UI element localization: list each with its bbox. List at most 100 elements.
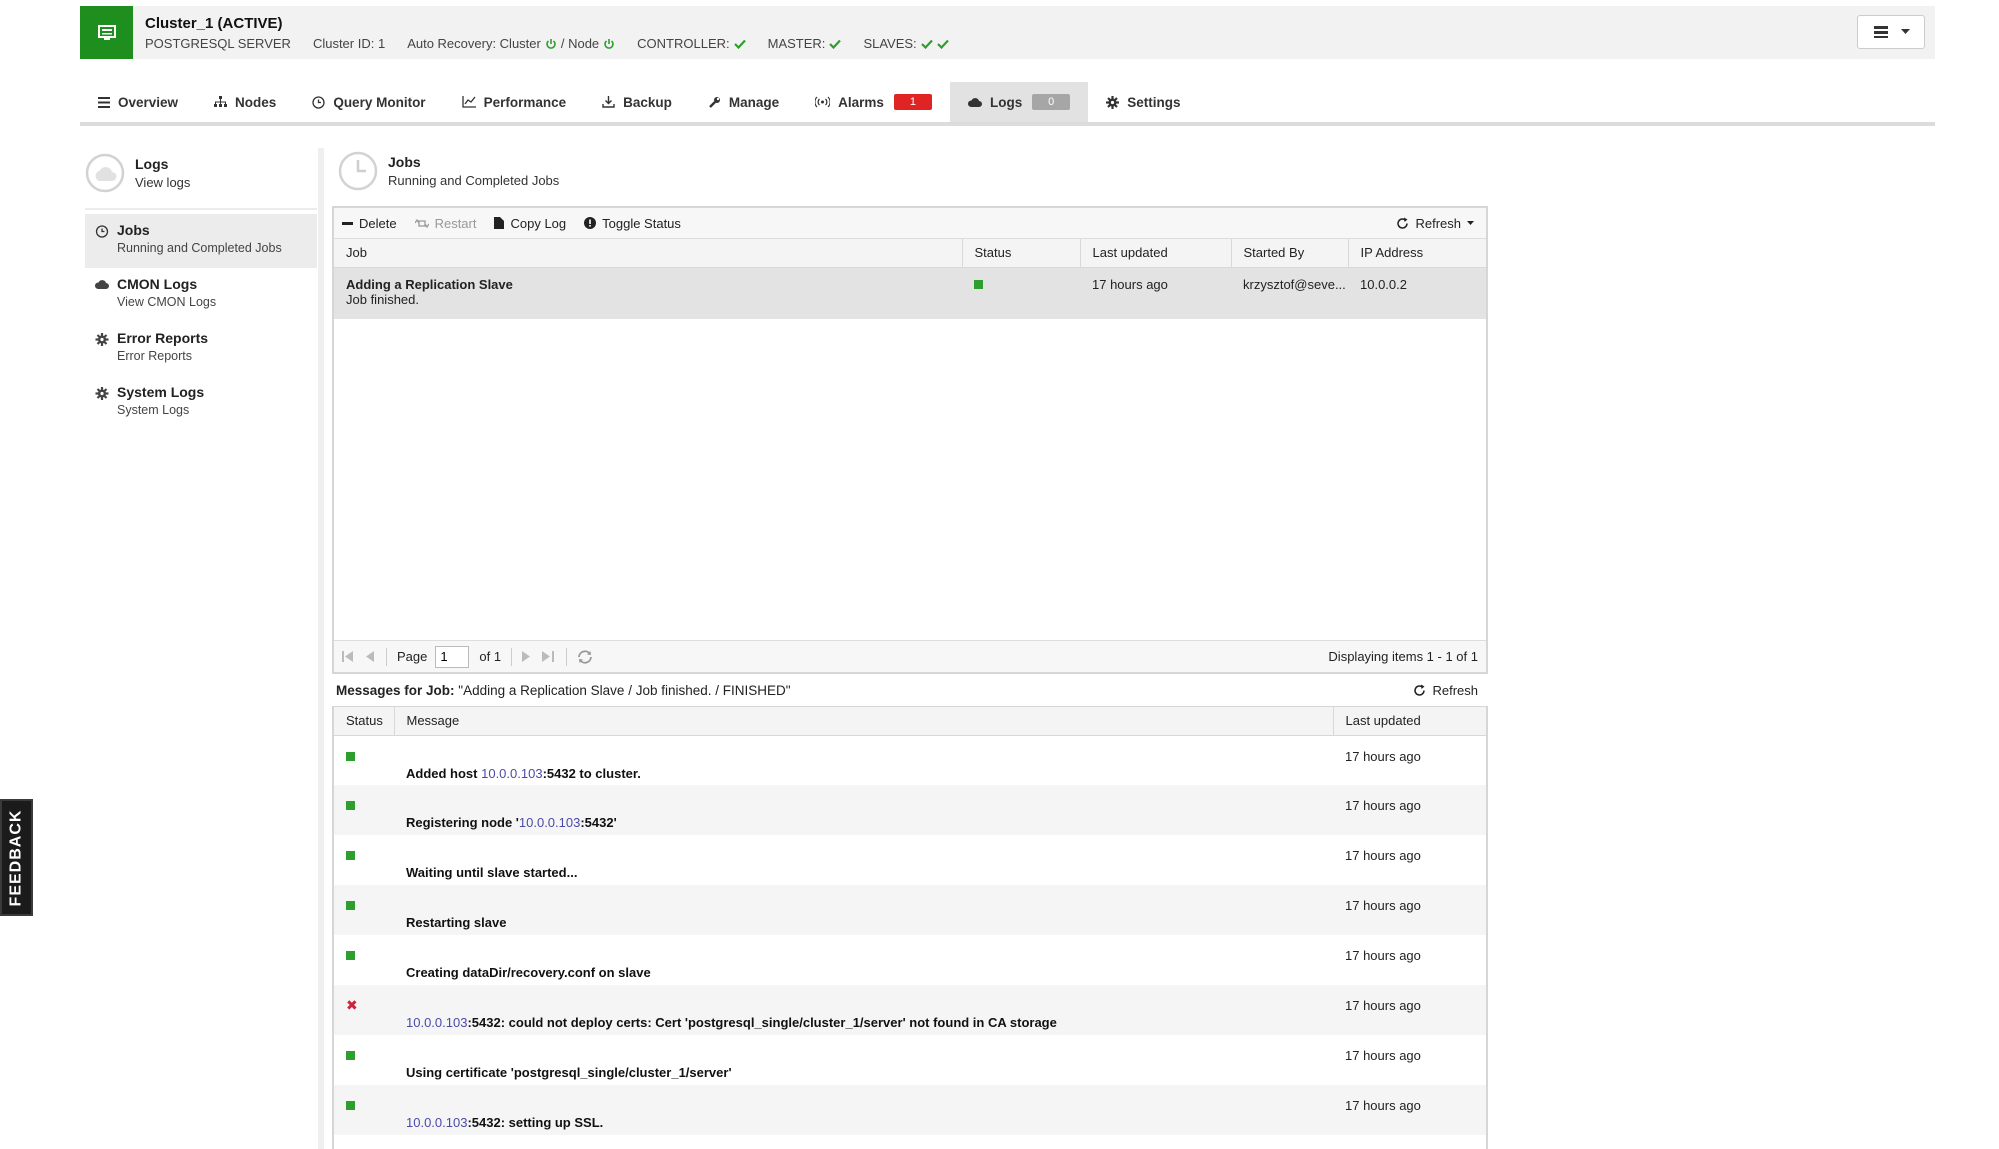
cluster-header: Cluster_1 (ACTIVE) POSTGRESQL SERVER Clu… [80,6,1935,59]
status-cell [334,885,394,935]
messages-header: Messages for Job: "Adding a Replication … [332,676,1488,704]
sidebar-item-subtitle: Error Reports [117,349,193,363]
table-row[interactable]: Restarting slave 17 hours ago [334,885,1486,935]
tab-query-monitor[interactable]: Query Monitor [294,82,443,122]
check-icon [829,39,842,49]
sidebar-item-title: Error Reports [117,330,209,346]
tab-nodes[interactable]: Nodes [196,82,294,122]
column-header-started-by[interactable]: Started By [1231,239,1349,268]
list-icon [98,96,110,108]
status-ok-icon [346,851,355,860]
logs-section-icon [85,153,125,193]
status-error-icon: ✖ [346,997,358,1013]
tab-backup[interactable]: Backup [584,82,690,122]
status-cell [334,935,394,985]
tab-query-monitor-label: Query Monitor [333,94,426,110]
time-cell: 17 hours ago [1345,798,1421,813]
table-row[interactable]: 10.0.0.103:5432: setting up SSL. 17 hour… [334,1085,1486,1135]
prev-page-icon[interactable] [366,651,374,662]
table-row[interactable]: Waiting until slave started... 17 hours … [334,835,1486,885]
toggle-status-button[interactable]: Toggle Status [584,216,681,231]
delete-button[interactable]: Delete [342,216,397,231]
page-number-input[interactable] [435,645,470,668]
column-header-last-updated[interactable]: Last updated [1080,239,1232,268]
cloud-icon [95,280,109,289]
host-link[interactable]: 10.0.0.103 [406,1115,467,1130]
messages-refresh-label: Refresh [1432,682,1478,698]
tab-manage[interactable]: Manage [690,82,797,122]
column-header-last-updated[interactable]: Last updated [1333,707,1486,736]
messages-panel: Status Message Last updated Added host 1… [332,706,1488,1149]
sidebar-splitter[interactable] [318,148,324,1149]
message-text: Added host [406,765,482,781]
wrench-icon [709,96,720,108]
tab-performance[interactable]: Performance [444,82,585,122]
column-header-status[interactable]: Status [334,707,395,736]
sidebar-item-jobs[interactable]: Jobs Running and Completed Jobs [85,214,317,268]
power-on-icon [546,38,556,49]
message-cell: 10.0.0.103:5432: setting up SSL. [394,1085,1333,1135]
column-header-job[interactable]: Job [334,239,963,268]
reload-icon[interactable] [577,649,593,664]
time-cell: 17 hours ago [1345,948,1421,963]
gear-icon [1106,95,1120,109]
sidebar-item-system-logs[interactable]: System Logs System Logs [85,376,317,430]
table-row[interactable]: Registering node '10.0.0.103:5432' 17 ho… [334,785,1486,835]
pager-display-text: Displaying items 1 - 1 of 1 [1328,649,1478,664]
table-row[interactable]: ✖ 10.0.0.103:5432: could not deploy cert… [334,985,1486,1035]
tab-alarms-label: Alarms [838,94,884,110]
message-text: :5432: setting up SSL. [467,1115,604,1130]
copy-log-button[interactable]: Copy Log [494,216,566,231]
nodes-icon [214,96,228,107]
sidebar-item-cmon-logs[interactable]: CMON Logs View CMON Logs [85,268,317,322]
host-link[interactable]: 10.0.0.103 [519,815,580,830]
next-page-icon[interactable] [522,651,531,662]
message-cell [394,1135,1333,1149]
tab-logs[interactable]: Logs 0 [949,82,1089,122]
job-title: Adding a Replication Slave [346,276,513,292]
jobs-pager: Page of 1 Displaying items 1 - 1 of 1 [334,640,1486,672]
table-row[interactable]: 17 hours ago [334,1135,1486,1149]
message-cell: Creating dataDir/recovery.conf on slave [394,935,1333,985]
message-text: :5432' [580,815,617,830]
table-row[interactable]: Using certificate 'postgresql_single/clu… [334,1035,1486,1085]
pager-divider [566,647,568,666]
file-icon [494,217,505,229]
host-link[interactable]: 10.0.0.103 [481,766,542,781]
status-cell [334,1135,394,1149]
column-header-message[interactable]: Message [394,707,1334,736]
tab-overview[interactable]: Overview [80,82,196,122]
job-subtitle: Job finished. [346,291,419,307]
table-row[interactable]: Added host 10.0.0.103:5432 to cluster. 1… [334,735,1486,785]
last-page-icon[interactable] [542,651,555,662]
feedback-tab[interactable]: FEEDBACK [0,799,33,916]
table-row[interactable]: Adding a Replication Slave Job finished.… [334,267,1486,319]
tab-overview-label: Overview [118,94,179,110]
auto-recovery-label: Auto Recovery: Cluster [407,36,541,51]
status-ok-icon [346,751,355,761]
messages-header-value: "Adding a Replication Slave / Job finish… [454,682,791,698]
exclamation-circle-icon [584,217,597,229]
host-link[interactable]: 10.0.0.103 [406,1015,467,1030]
tab-manage-label: Manage [728,94,780,110]
status-ok-icon [974,279,983,289]
last-updated-cell: 17 hours ago [1092,276,1168,292]
status-ok-icon [346,901,355,910]
column-header-ip-address[interactable]: IP Address [1348,239,1486,268]
tab-alarms[interactable]: Alarms 1 [797,82,950,122]
header-menu-button[interactable] [1857,15,1925,49]
jobs-refresh-button[interactable]: Refresh [1396,216,1474,231]
sidebar-item-error-reports[interactable]: Error Reports Error Reports [85,322,317,376]
sidebar-header-title: Logs [135,156,169,172]
jobs-clock-icon [338,151,378,191]
messages-table: Status Message Last updated Added host 1… [334,707,1486,1149]
column-header-status[interactable]: Status [962,239,1081,268]
sidebar-header-subtitle: View logs [135,175,191,190]
table-row[interactable]: Creating dataDir/recovery.conf on slave … [334,935,1486,985]
job-cell: Adding a Replication Slave Job finished. [334,267,962,319]
restart-button[interactable]: Restart [414,216,476,231]
tab-settings[interactable]: Settings [1088,82,1198,122]
first-page-icon[interactable] [342,651,354,662]
retweet-icon [414,218,429,228]
messages-refresh-button[interactable]: Refresh [1413,683,1478,698]
